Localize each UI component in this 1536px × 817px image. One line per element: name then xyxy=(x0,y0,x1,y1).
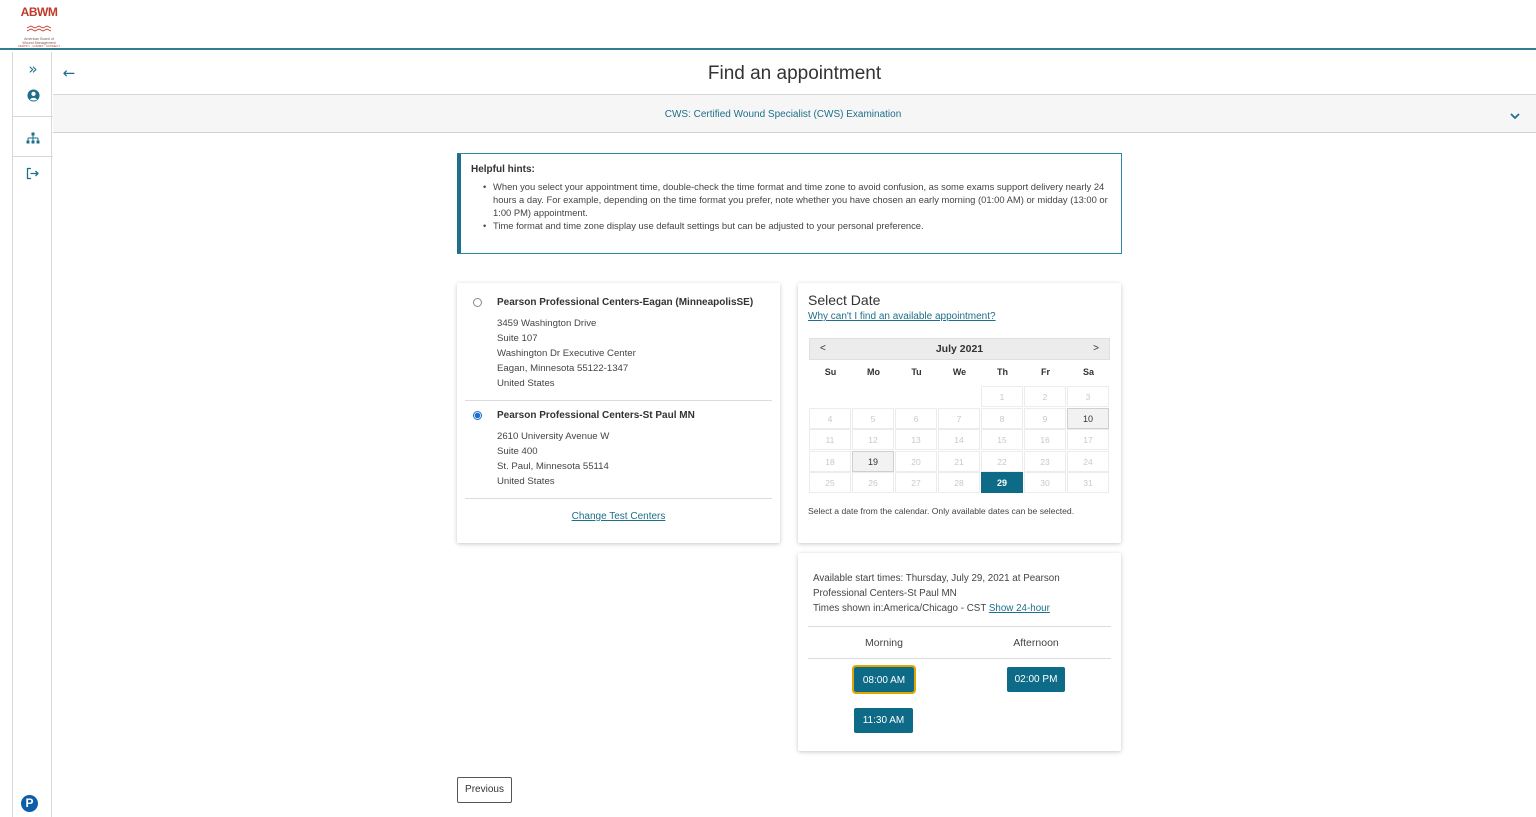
hint-item: When you select your appointment time, d… xyxy=(483,180,1111,219)
calendar-day-unavailable: 23 xyxy=(1024,450,1066,472)
calendar-day-unavailable: 17 xyxy=(1067,429,1109,450)
hints-list: When you select your appointment time, d… xyxy=(471,180,1111,232)
calendar-day-unavailable: 30 xyxy=(1024,472,1066,493)
calendar-note: Select a date from the calendar. Only av… xyxy=(808,506,1075,516)
center-address-line: Eagan, Minnesota 55122-1347 xyxy=(497,363,629,374)
calendar-header: < July 2021 > xyxy=(809,338,1110,360)
page-title: Find an appointment xyxy=(707,63,882,84)
calendar-weekday: We xyxy=(952,367,967,377)
show-24-hour-link[interactable]: Show 24-hour xyxy=(989,603,1050,614)
logo-abbr: ABWM xyxy=(20,5,58,19)
morning-label: Morning xyxy=(865,637,903,649)
helpful-hints-box: Helpful hints: When you select your appo… xyxy=(457,153,1122,254)
calendar-day-unavailable: 31 xyxy=(1067,472,1109,493)
hint-item: Time format and time zone display use de… xyxy=(483,219,1111,232)
center-radio[interactable] xyxy=(473,298,482,307)
sign-out-icon xyxy=(26,167,39,179)
calendar-day-unavailable: 21 xyxy=(938,450,980,472)
center-address-line: 2610 University Avenue W xyxy=(497,431,610,442)
exam-selector[interactable]: CWS: Certified Wound Specialist (CWS) Ex… xyxy=(53,95,1536,133)
next-month-button[interactable]: > xyxy=(1093,343,1099,354)
calendar-day-unavailable: 9 xyxy=(1024,407,1066,429)
exam-name: CWS: Certified Wound Specialist (CWS) Ex… xyxy=(664,109,902,120)
calendar-day-unavailable: 16 xyxy=(1024,429,1066,450)
calendar-day-available[interactable]: 10 xyxy=(1067,407,1109,429)
select-date-title: Select Date xyxy=(808,292,881,308)
calendar-day-unavailable: 28 xyxy=(938,472,980,493)
center-name: Pearson Professional Centers-St Paul MN xyxy=(497,410,695,421)
calendar-day-unavailable: 27 xyxy=(895,472,937,493)
times-heading-line: Available start times: Thursday, July 29… xyxy=(813,573,1060,584)
test-centers-card: Pearson Professional Centers-Eagan (Minn… xyxy=(457,283,780,543)
calendar-weekday: Th xyxy=(997,367,1008,377)
sidebar: » xyxy=(12,52,53,817)
calendar-day-available[interactable]: 19 xyxy=(852,450,894,472)
center-address-line: St. Paul, Minnesota 55114 xyxy=(497,461,609,472)
calendar-day-unavailable: 1 xyxy=(981,386,1023,407)
center-radio-selected[interactable] xyxy=(473,411,482,420)
center-address-line: Suite 400 xyxy=(497,446,538,457)
calendar-day-unavailable: 4 xyxy=(809,407,851,429)
expand-chevrons-icon: » xyxy=(28,59,38,78)
calendar-weekday: Fr xyxy=(1041,367,1050,377)
calendar-day-selected[interactable]: 29 xyxy=(981,472,1023,493)
sign-out-button[interactable] xyxy=(13,160,53,186)
calendar-day-unavailable: 11 xyxy=(809,429,851,450)
user-icon xyxy=(26,88,40,102)
calendar-day-unavailable: 22 xyxy=(981,450,1023,472)
top-bar: ABWM American Board of Wound Management … xyxy=(0,0,1536,50)
expand-sidebar-button[interactable]: » xyxy=(13,56,53,82)
calendar-weekday: Mo xyxy=(867,367,880,377)
sitemap-icon xyxy=(26,132,40,143)
center-name: Pearson Professional Centers-Eagan (Minn… xyxy=(497,297,754,308)
calendar-weekday: Tu xyxy=(911,367,922,377)
center-address-line: Suite 107 xyxy=(497,333,538,344)
center-address-line: Washington Dr Executive Center xyxy=(497,348,636,359)
calendar-day-unavailable: 25 xyxy=(809,472,851,493)
logo-tagline: CERTIFY · COMMIT · CONNECT xyxy=(18,44,60,49)
calendar-weekday: Su xyxy=(824,367,837,377)
time-slot-button[interactable]: 08:00 AM xyxy=(852,665,916,694)
time-slot-button[interactable]: 11:30 AM xyxy=(854,708,913,733)
calendar-day-unavailable: 7 xyxy=(938,407,980,429)
abwm-logo: ABWM American Board of Wound Management … xyxy=(16,6,62,48)
timezone-text: Times shown in:America/Chicago - CST xyxy=(813,603,989,614)
sitemap-button[interactable] xyxy=(13,125,53,151)
afternoon-label: Afternoon xyxy=(1013,637,1059,649)
calendar-day-unavailable: 24 xyxy=(1067,450,1109,472)
calendar-month: July 2021 xyxy=(935,343,984,355)
calendar-day-unavailable: 26 xyxy=(852,472,894,493)
logo-waves-icon xyxy=(26,25,52,32)
center-address-line: United States xyxy=(497,378,555,389)
center-address-line: United States xyxy=(497,476,555,487)
time-slot-button[interactable]: 02:00 PM xyxy=(1007,667,1065,692)
calendar-day-unavailable: 14 xyxy=(938,429,980,450)
why-no-appointment-link[interactable]: Why can't I find an available appointmen… xyxy=(808,311,996,322)
calendar-weekday: Sa xyxy=(1082,367,1094,377)
calendar-day-unavailable: 18 xyxy=(809,450,851,472)
calendar-day-unavailable: 12 xyxy=(852,429,894,450)
calendar-day-unavailable: 8 xyxy=(981,407,1023,429)
times-heading-line: Professional Centers-St Paul MN xyxy=(813,588,957,599)
center-address-line: 3459 Washington Drive xyxy=(497,318,597,329)
calendar-day-unavailable: 5 xyxy=(852,407,894,429)
hints-title: Helpful hints: xyxy=(471,164,535,175)
timezone-line: Times shown in:America/Chicago - CST Sho… xyxy=(813,603,1050,614)
profile-button[interactable] xyxy=(13,82,53,108)
calendar-day-unavailable: 20 xyxy=(895,450,937,472)
previous-button[interactable]: Previous xyxy=(457,777,512,803)
pearson-logo-icon: P xyxy=(21,795,38,812)
select-date-card: Select Date Why can't I find an availabl… xyxy=(798,283,1121,543)
calendar-day-unavailable: 2 xyxy=(1024,386,1066,407)
calendar-day-unavailable: 3 xyxy=(1067,386,1109,407)
start-times-card: Available start times: Thursday, July 29… xyxy=(798,553,1121,751)
chevron-down-icon[interactable] xyxy=(1508,109,1522,123)
calendar-day-unavailable: 15 xyxy=(981,429,1023,450)
change-test-centers-link[interactable]: Change Test Centers xyxy=(457,511,780,522)
calendar-day-unavailable: 6 xyxy=(895,407,937,429)
calendar-day-unavailable: 13 xyxy=(895,429,937,450)
page-header: ← Find an appointment xyxy=(53,52,1536,95)
